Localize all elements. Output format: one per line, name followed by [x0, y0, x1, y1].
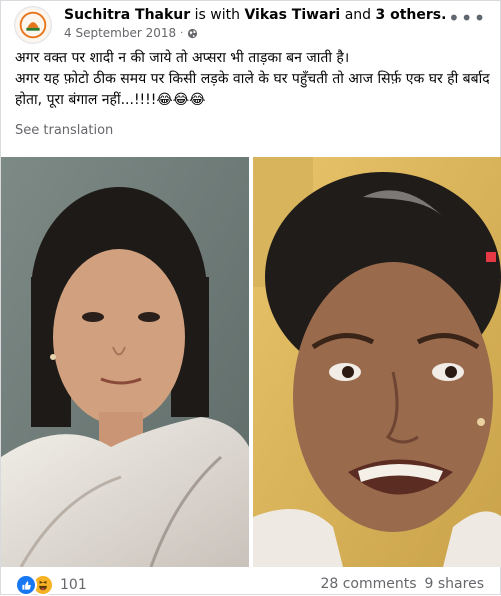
post-photo-right[interactable] [253, 157, 501, 567]
facebook-post: Suchitra Thakur is with Vikas Tiwari and… [0, 0, 501, 596]
post-stats: 28 comments 9 shares [320, 576, 484, 592]
post-text-line-2: अगर यह फ़ोटो ठीक समय पर किसी लड़के वाले … [15, 71, 490, 108]
author-avatar[interactable] [14, 6, 52, 44]
post-photo-left[interactable] [1, 157, 249, 567]
shares-count-link[interactable]: 9 shares [425, 576, 484, 592]
like-icon [15, 574, 37, 596]
post-footer: 101 28 comments 9 shares [15, 573, 490, 596]
tagged-name-link[interactable]: Vikas Tiwari [244, 7, 340, 23]
more-options-icon[interactable]: ••• [448, 8, 485, 30]
globe-icon[interactable] [187, 28, 198, 39]
post-text-line-1: अगर वक्त पर शादी न की जाये तो अप्सरा भी … [15, 50, 350, 66]
with-text: is with [194, 7, 240, 23]
others-link[interactable]: 3 others. [375, 7, 446, 23]
post-header: Suchitra Thakur is with Vikas Tiwari and… [11, 4, 490, 44]
see-translation-link[interactable]: See translation [15, 123, 113, 138]
post-date-link[interactable]: 4 September 2018 [64, 26, 176, 40]
post-meta: 4 September 2018 · [64, 26, 198, 40]
reactions-summary[interactable]: 101 [15, 574, 87, 596]
separator-dot: · [180, 27, 184, 39]
author-line: Suchitra Thakur is with Vikas Tiwari and… [64, 7, 446, 23]
author-name-link[interactable]: Suchitra Thakur [64, 7, 190, 23]
reaction-count: 101 [60, 577, 87, 593]
comments-count-link[interactable]: 28 comments [320, 576, 416, 592]
and-text: and [344, 7, 372, 23]
post-text: अगर वक्त पर शादी न की जाये तो अप्सरा भी … [15, 48, 495, 111]
